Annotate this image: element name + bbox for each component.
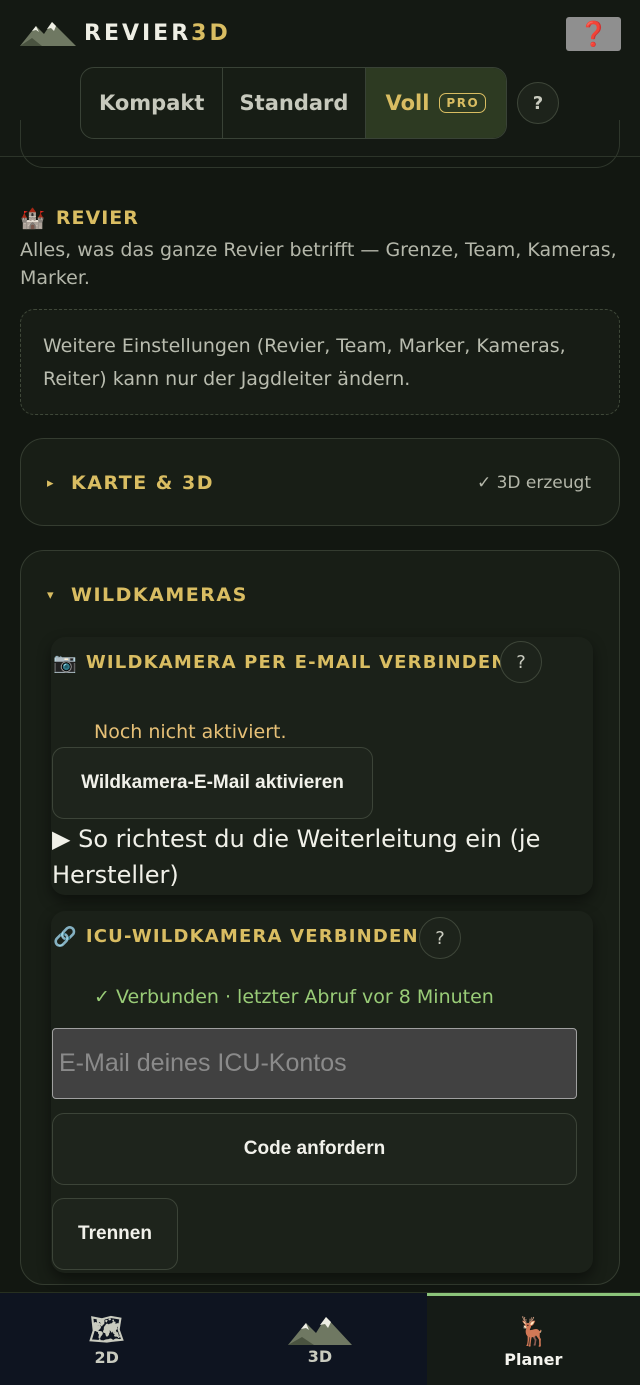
app-logo[interactable]: REVIER3D (20, 18, 231, 48)
previous-card-edge (20, 120, 620, 168)
help-button[interactable]: ❓ (566, 17, 621, 51)
expand-arrow-icon: ▸ (47, 475, 56, 491)
email-camera-title: 📷 WILDKAMERA PER E-MAIL VERBINDEN (53, 651, 508, 674)
icu-email-input[interactable] (52, 1028, 577, 1099)
activate-email-button[interactable]: Wildkamera-E-Mail aktivieren (52, 747, 373, 819)
nav-item-3d-label: 3D (307, 1347, 333, 1366)
revier-description: Alles, was das ganze Revier betrifft — G… (20, 239, 617, 289)
nav-item-planer-label: Planer (504, 1349, 563, 1369)
deer-icon: 🦌 (515, 1314, 551, 1348)
bottom-nav: 🗺 2D 3D 🦌 Planer (0, 1292, 640, 1385)
castle-icon: 🏰 (20, 206, 46, 230)
icu-camera-help-button[interactable]: ? (419, 917, 461, 959)
mountain-icon (287, 1317, 352, 1345)
map-icon: 🗺 (88, 1313, 125, 1346)
wildkameras-card: ▾ WILDKAMERAS 📷 WILDKAMERA PER E-MAIL VE… (20, 550, 620, 1285)
wildkameras-header[interactable]: ▾ WILDKAMERAS (47, 584, 248, 606)
mountain-logo-icon (20, 22, 76, 46)
nav-item-3d[interactable]: 3D (213, 1293, 426, 1385)
collapse-arrow-icon: ▾ (47, 587, 56, 603)
brand-name: REVIER3D (84, 20, 231, 46)
karte-3d-header[interactable]: ▸ KARTE & 3D (47, 472, 214, 494)
forwarding-howto-toggle[interactable]: ▶ So richtest du die Weiterleitung ein (… (52, 821, 572, 893)
icu-camera-block: 🔗 ICU-WILDKAMERA VERBINDEN ? ✓ Verbunden… (51, 911, 593, 1273)
permission-notice: Weitere Einstellungen (Revier, Team, Mar… (20, 309, 620, 415)
karte-3d-title: KARTE & 3D (71, 472, 214, 494)
email-camera-help-button[interactable]: ? (500, 641, 542, 683)
view-mode-info-button[interactable]: ? (517, 82, 559, 124)
email-camera-block: 📷 WILDKAMERA PER E-MAIL VERBINDEN ? Noch… (51, 637, 593, 895)
icu-camera-title-label: ICU-WILDKAMERA VERBINDEN (85, 926, 419, 947)
pro-badge: PRO (439, 93, 487, 113)
nav-item-2d[interactable]: 🗺 2D (0, 1293, 213, 1385)
view-mode-voll-label: Voll (385, 91, 430, 115)
karte-3d-card[interactable]: ▸ KARTE & 3D ✓ 3D erzeugt (20, 438, 620, 526)
link-icon: 🔗 (53, 926, 78, 948)
request-code-button[interactable]: Code anfordern (52, 1113, 577, 1185)
wildkameras-title: WILDKAMERAS (71, 584, 248, 606)
revier-section-title: 🏰 REVIER (20, 206, 139, 230)
email-camera-status: Noch nicht aktiviert. (94, 721, 287, 743)
camera-icon: 📷 (53, 652, 78, 674)
email-camera-title-label: WILDKAMERA PER E-MAIL VERBINDEN (85, 652, 508, 673)
disconnect-button[interactable]: Trennen (52, 1198, 178, 1270)
nav-item-2d-label: 2D (94, 1348, 119, 1367)
icu-camera-title: 🔗 ICU-WILDKAMERA VERBINDEN (53, 925, 419, 948)
icu-connection-status: ✓ Verbunden · letzter Abruf vor 8 Minute… (94, 986, 494, 1008)
nav-item-planer[interactable]: 🦌 Planer (426, 1293, 640, 1385)
revier-title-label: REVIER (55, 207, 139, 229)
karte-3d-status: ✓ 3D erzeugt (476, 473, 591, 493)
